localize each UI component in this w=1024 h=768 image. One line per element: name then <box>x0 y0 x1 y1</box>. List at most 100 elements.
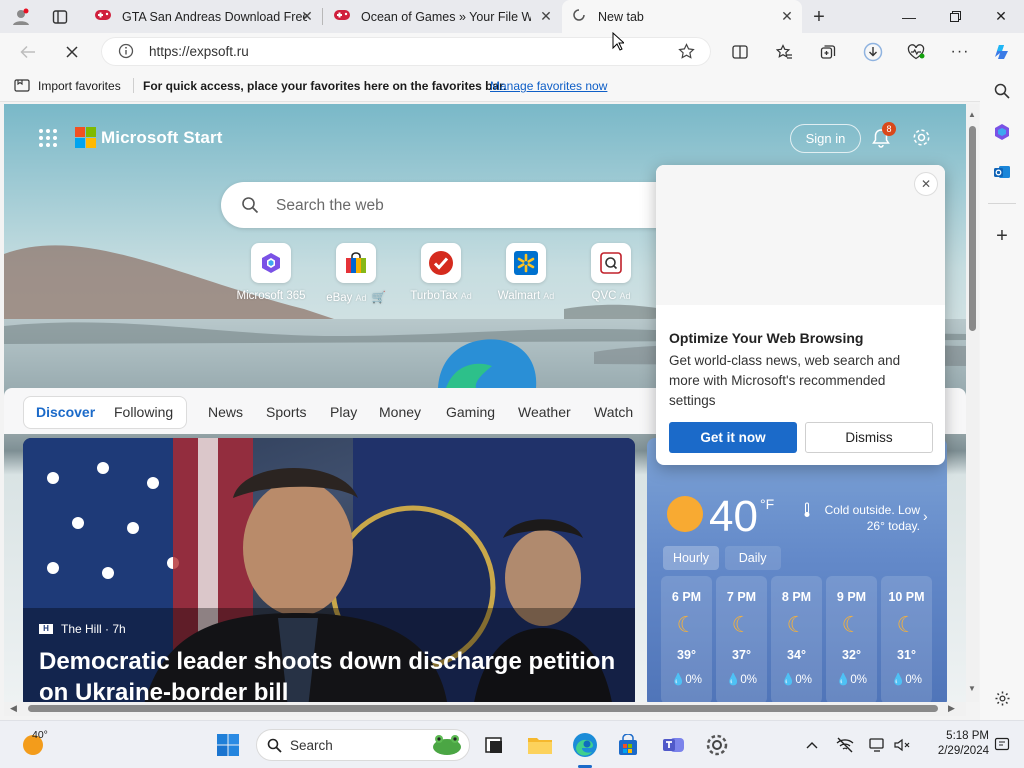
clock-date: 2/29/2024 <box>937 745 989 757</box>
tab-sports[interactable]: Sports <box>266 404 306 420</box>
loading-spinner-icon <box>572 8 588 25</box>
moon-icon: ☾ <box>731 612 752 637</box>
speaker-muted-icon[interactable] <box>888 731 916 759</box>
ad-label: Ad <box>355 293 367 303</box>
tab-ocean-of-games[interactable]: Ocean of Games » Your File Will ✕ <box>323 0 561 33</box>
scroll-left-arrow-icon[interactable]: ◀ <box>10 703 17 714</box>
brand-name[interactable]: Microsoft Start <box>101 128 222 148</box>
get-it-now-button[interactable]: Get it now <box>669 422 797 453</box>
hour-temp: 32° <box>842 648 861 662</box>
new-tab-plus-icon[interactable]: + <box>808 6 830 28</box>
tab-gaming[interactable]: Gaming <box>446 404 495 420</box>
raindrop-icon: 💧 <box>781 674 796 686</box>
copilot-icon[interactable] <box>989 39 1015 65</box>
teams-icon[interactable] <box>660 731 688 759</box>
import-favorites-button[interactable]: Import favorites <box>38 79 121 93</box>
site-info-icon[interactable] <box>118 43 134 62</box>
thermometer-icon <box>802 502 812 521</box>
back-arrow-icon[interactable] <box>15 39 41 65</box>
close-window-icon[interactable]: ✕ <box>978 0 1024 33</box>
horizontal-scrollbar[interactable]: ◀ ▶ <box>4 702 966 716</box>
taskbar-temperature[interactable]: 40° <box>32 729 48 741</box>
vertical-scroll-thumb[interactable] <box>969 126 976 331</box>
story-source: The Hill · 7h <box>61 622 126 636</box>
shopping-cart-icon: 🛒 <box>371 292 386 304</box>
minimize-icon[interactable]: — <box>886 0 932 33</box>
tab-watch[interactable]: Watch <box>594 404 633 420</box>
browser-essentials-icon[interactable] <box>903 39 929 65</box>
manage-favorites-link[interactable]: Manage favorites now <box>490 79 607 93</box>
close-tab-icon[interactable]: ✕ <box>780 9 794 23</box>
add-sidebar-app-icon[interactable]: + <box>991 225 1013 247</box>
web-search-box[interactable]: Search the web <box>221 182 671 228</box>
tab-daily[interactable]: Daily <box>724 546 781 570</box>
search-placeholder[interactable]: Search the web <box>276 197 384 215</box>
scroll-right-arrow-icon[interactable]: ▶ <box>948 703 955 714</box>
horizontal-scroll-thumb[interactable] <box>28 705 938 712</box>
microsoft-store-icon[interactable] <box>614 731 642 759</box>
split-screen-icon[interactable] <box>727 39 753 65</box>
scroll-down-arrow-icon[interactable]: ▼ <box>968 684 976 693</box>
import-favorites-icon[interactable] <box>14 78 30 96</box>
vertical-scrollbar[interactable]: ▲ ▼ <box>966 104 979 702</box>
edge-browser-icon[interactable] <box>571 731 599 759</box>
sign-in-button[interactable]: Sign in <box>790 124 861 153</box>
more-options-icon[interactable]: ··· <box>947 39 973 65</box>
tab-hourly[interactable]: Hourly <box>663 546 719 570</box>
hourly-forecast: 6 PM ☾ 39° 💧0% 7 PM ☾ 37° 💧0% 8 PM ☾ 34°… <box>661 576 932 702</box>
chevron-up-icon[interactable] <box>798 731 826 759</box>
windows-start-icon[interactable] <box>214 731 242 759</box>
tab-discover[interactable]: Discover <box>36 404 95 420</box>
restore-icon[interactable] <box>932 0 978 33</box>
collections-icon[interactable] <box>815 39 841 65</box>
outlook-icon[interactable] <box>991 161 1013 183</box>
microsoft-365-icon[interactable] <box>991 121 1013 143</box>
quick-link-walmart[interactable]: Walmart Ad <box>486 243 566 302</box>
top-story-card[interactable]: H The Hill · 7h Democratic leader shoots… <box>23 438 635 702</box>
task-view-icon[interactable] <box>480 731 508 759</box>
tab-news[interactable]: News <box>208 404 243 420</box>
close-popup-icon[interactable]: ✕ <box>915 173 937 195</box>
settings-gear-icon[interactable] <box>703 731 731 759</box>
quick-link-qvc[interactable]: QVC Ad <box>571 243 651 302</box>
sidebar-settings-gear-icon[interactable] <box>991 687 1013 709</box>
close-tab-icon[interactable]: ✕ <box>300 9 314 23</box>
url-text[interactable]: https://expsoft.ru <box>149 44 249 59</box>
tab-new-tab[interactable]: New tab ✕ <box>562 0 802 33</box>
page-settings-gear-icon[interactable] <box>911 127 932 151</box>
tab-weather[interactable]: Weather <box>518 404 571 420</box>
quick-link-label: eBay <box>326 292 353 304</box>
downloads-icon[interactable] <box>860 39 886 65</box>
tab-play[interactable]: Play <box>330 404 357 420</box>
profile-avatar-icon[interactable] <box>10 6 32 28</box>
app-launcher-grid-icon[interactable] <box>38 128 58 151</box>
favorites-icon[interactable] <box>771 39 797 65</box>
chevron-right-icon[interactable]: › <box>923 508 928 524</box>
file-explorer-icon[interactable] <box>526 731 554 759</box>
quick-link-ebay[interactable]: eBay Ad 🛒 <box>316 243 396 304</box>
tab-following[interactable]: Following <box>114 404 173 420</box>
tab-actions-icon[interactable] <box>49 6 71 28</box>
quick-link-turbotax[interactable]: TurboTax Ad <box>401 243 481 302</box>
scroll-up-arrow-icon[interactable]: ▲ <box>968 110 976 119</box>
tab-gta[interactable]: GTA San Andreas Download Free ✕ <box>84 0 322 33</box>
system-clock[interactable]: 5:18 PM 2/29/2024 <box>915 729 989 759</box>
search-icon <box>267 738 282 756</box>
microsoft-logo-icon <box>75 127 96 151</box>
quick-link-microsoft-365[interactable]: Microsoft 365 <box>231 243 311 302</box>
notification-count-badge: 8 <box>882 122 896 136</box>
close-tab-icon[interactable]: ✕ <box>539 9 553 23</box>
story-headline[interactable]: Democratic leader shoots down discharge … <box>39 646 619 702</box>
tab-money[interactable]: Money <box>379 404 421 420</box>
weather-card[interactable]: 40 °F Cold outside. Low 26° today. › Hou… <box>647 438 947 702</box>
favorite-star-icon[interactable] <box>678 43 695 63</box>
taskbar-search-box[interactable]: Search <box>256 729 470 761</box>
dismiss-button[interactable]: Dismiss <box>805 422 933 453</box>
network-disconnected-icon[interactable] <box>831 731 859 759</box>
stop-loading-icon[interactable] <box>59 39 85 65</box>
notification-center-icon[interactable] <box>988 731 1016 759</box>
quick-link-label: QVC <box>591 290 617 302</box>
search-icon[interactable] <box>991 80 1013 102</box>
temperature-unit[interactable]: °F <box>760 496 774 512</box>
publisher-logo-icon: H <box>39 624 53 634</box>
